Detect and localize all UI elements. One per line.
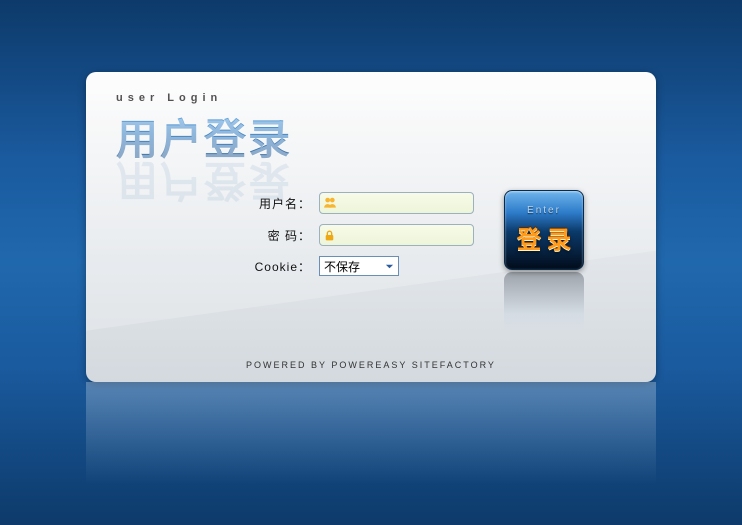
username-label: 用户名：	[251, 195, 319, 212]
login-button-sub: Enter	[527, 205, 561, 216]
login-panel: user Login 用户登录 用户登录 用户名： 密 码： Cook	[86, 72, 656, 382]
panel-reflection	[86, 382, 656, 502]
lock-icon	[323, 226, 336, 244]
login-form: 用户名： 密 码： Cookie： 不保存	[251, 192, 474, 286]
cookie-select[interactable]: 不保存	[319, 256, 399, 276]
username-row: 用户名：	[251, 192, 474, 214]
username-input-wrap[interactable]	[319, 192, 474, 214]
login-button-reflection	[504, 272, 584, 332]
cookie-row: Cookie： 不保存	[251, 256, 474, 276]
cookie-label: Cookie：	[251, 258, 319, 275]
panel-subtitle: user Login	[116, 92, 292, 104]
password-input[interactable]	[336, 225, 474, 245]
login-button[interactable]: Enter 登录	[504, 190, 584, 270]
footer-text: POWERED BY POWEREASY SITEFACTORY	[86, 360, 656, 370]
login-button-label: 登录	[511, 220, 577, 255]
user-icon	[323, 194, 337, 212]
cookie-selected-value: 不保存	[324, 258, 360, 275]
username-input[interactable]	[337, 193, 474, 213]
password-input-wrap[interactable]	[319, 224, 474, 246]
chevron-down-icon	[382, 259, 396, 273]
password-row: 密 码：	[251, 224, 474, 246]
password-label: 密 码：	[251, 227, 319, 244]
